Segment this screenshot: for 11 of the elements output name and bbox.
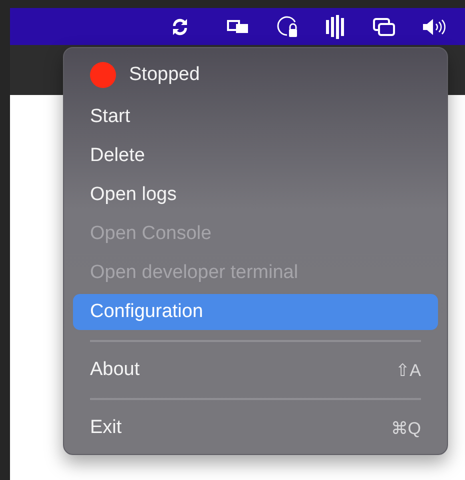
status-label: Stopped [129, 64, 200, 86]
striped-bars-icon[interactable] [325, 14, 347, 40]
speaker-icon[interactable] [421, 16, 447, 36]
menu-item[interactable]: Open logs [73, 177, 438, 213]
menu-item[interactable]: Exit ⌘Q [73, 410, 438, 446]
menu-item[interactable]: Start [73, 99, 438, 135]
overlapping-windows-icon[interactable] [372, 16, 396, 36]
window-pair-icon[interactable] [227, 18, 249, 34]
menu-item[interactable]: About ⇧A [73, 352, 438, 388]
menu-item[interactable]: Configuration [73, 294, 438, 330]
menu-item[interactable]: Delete [73, 138, 438, 174]
